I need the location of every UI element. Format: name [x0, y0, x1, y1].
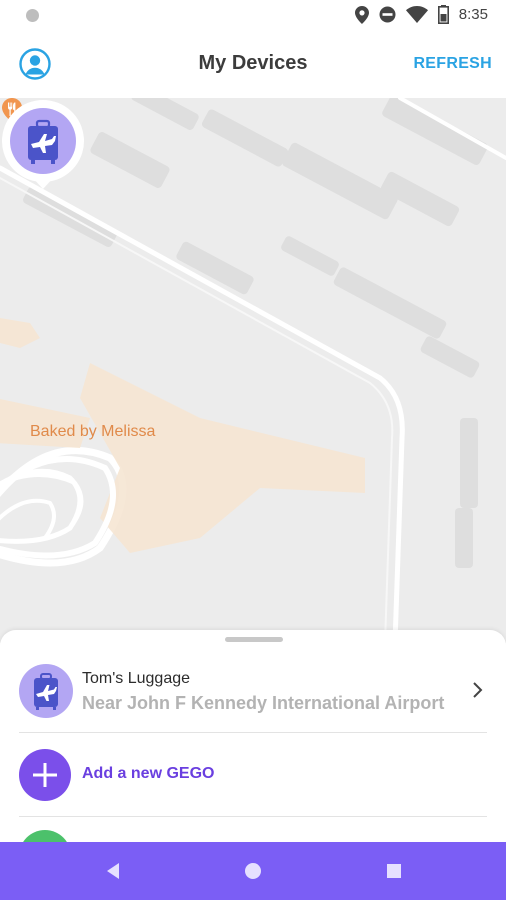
add-device-button[interactable]: Add a new GEGO: [0, 745, 506, 805]
system-nav-bar: [0, 842, 506, 900]
location-icon: [354, 5, 369, 24]
add-device-label: Add a new GEGO: [82, 765, 215, 782]
divider: [19, 816, 487, 817]
device-name: Tom's Luggage: [82, 670, 191, 687]
plus-icon: [33, 763, 57, 787]
refresh-button[interactable]: REFRESH: [413, 55, 492, 73]
do-not-disturb-icon: [379, 6, 396, 23]
status-icons: 8:35: [354, 5, 488, 24]
status-bar: 8:35: [0, 0, 506, 32]
luggage-icon: [28, 119, 58, 164]
home-icon[interactable]: [243, 861, 263, 881]
device-location: Near John F Kennedy International Airpor…: [82, 693, 445, 713]
wifi-icon: [405, 6, 428, 23]
recents-icon[interactable]: [384, 861, 404, 881]
device-avatar: [19, 664, 73, 718]
battery-icon: [437, 5, 449, 24]
app-bar: My Devices REFRESH: [0, 32, 506, 98]
divider: [19, 732, 487, 733]
device-marker[interactable]: [0, 98, 86, 190]
status-time: 8:35: [458, 6, 488, 23]
sheet-drag-handle[interactable]: [225, 637, 283, 642]
device-sheet: Tom's Luggage Near John F Kennedy Intern…: [0, 630, 506, 882]
back-icon[interactable]: [103, 861, 123, 881]
device-list-item[interactable]: Tom's Luggage Near John F Kennedy Intern…: [0, 660, 506, 732]
notification-dot-icon: [26, 9, 39, 22]
add-button-circle[interactable]: [19, 749, 71, 801]
poi-label[interactable]: Baked by Melissa: [30, 423, 155, 441]
map-view[interactable]: Baked by Melissa: [0, 98, 506, 643]
luggage-icon: [34, 673, 58, 710]
chevron-right-icon[interactable]: [470, 680, 486, 700]
